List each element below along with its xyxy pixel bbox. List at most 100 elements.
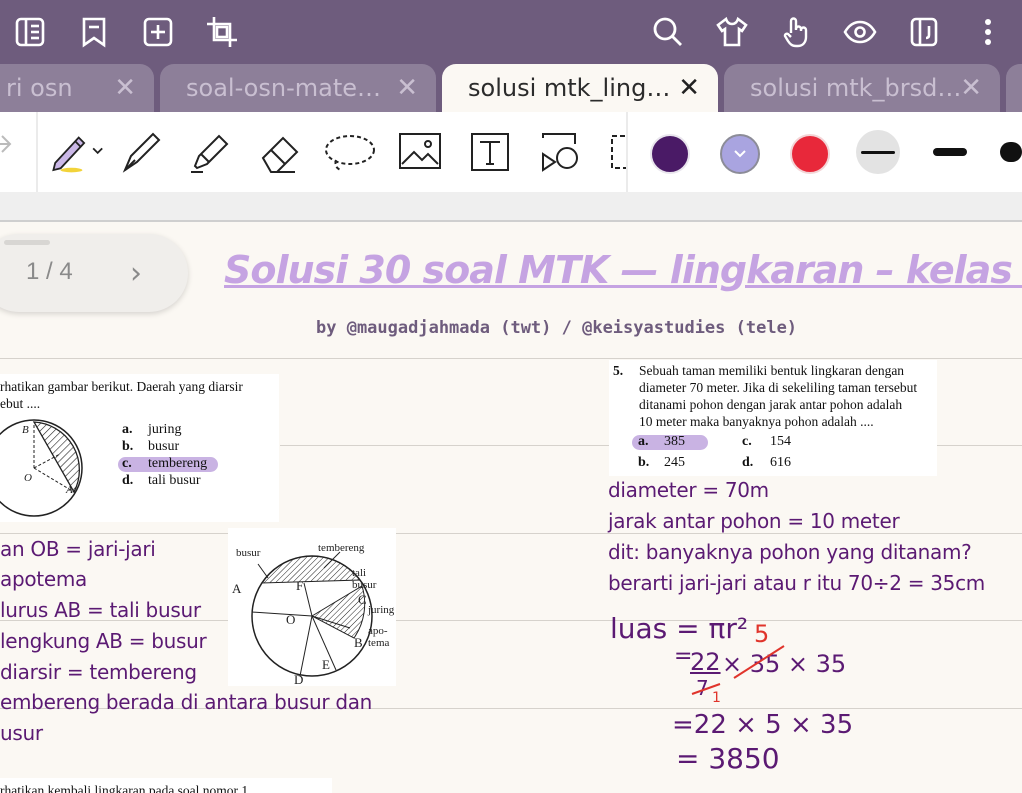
sidebar-panel-icon[interactable] bbox=[10, 12, 50, 52]
read-mode-icon[interactable] bbox=[904, 12, 944, 52]
stroke-medium-option[interactable] bbox=[928, 130, 972, 174]
color-swatch-dark-purple[interactable] bbox=[650, 134, 690, 174]
diagram-label-tembereng: tembereng bbox=[318, 542, 365, 554]
diagram-label-c: C bbox=[358, 592, 367, 607]
question-1-text: rhatikan gambar berikut. Daerah yang dia… bbox=[0, 379, 243, 394]
note-line: embereng berada di antara busur dan bbox=[0, 690, 373, 714]
image-icon[interactable] bbox=[392, 126, 448, 178]
highlighter-icon[interactable] bbox=[182, 126, 238, 178]
option-key: d. bbox=[742, 455, 754, 470]
question-1-text: ebut .... bbox=[0, 396, 41, 411]
ruled-line bbox=[0, 358, 1022, 359]
tab-label: soal-osn-mate… bbox=[186, 74, 381, 102]
option-label: 616 bbox=[770, 455, 791, 470]
tab-solusi-lingkaran[interactable]: solusi mtk_ling… ✕ bbox=[442, 64, 718, 112]
tab-label: solusi mtk_brsd… bbox=[750, 74, 962, 102]
diagram-label-busur-2: busur bbox=[352, 579, 377, 591]
note-line: lurus AB = tali busur bbox=[0, 598, 201, 622]
more-icon[interactable] bbox=[968, 12, 1008, 52]
calc-result: = 3850 bbox=[676, 742, 780, 775]
tab-close-icon[interactable]: ✕ bbox=[960, 74, 982, 102]
tab-solusi-brsd[interactable]: solusi mtk_brsd… ✕ bbox=[724, 64, 1000, 112]
tab-partial[interactable] bbox=[1006, 64, 1022, 112]
question-5-text: ditanami pohon dengan jarak antar pohon … bbox=[639, 397, 903, 412]
note-line: diameter = 70m bbox=[608, 478, 769, 502]
tab-close-icon[interactable]: ✕ bbox=[678, 74, 700, 102]
diagram-label-b: B bbox=[354, 635, 363, 650]
bookmark-icon[interactable] bbox=[74, 12, 114, 52]
lasso-icon[interactable] bbox=[322, 126, 378, 178]
diagram-label-a: A bbox=[232, 581, 242, 596]
option-label: tembereng bbox=[148, 456, 208, 471]
shapes-tool-partial-icon[interactable] bbox=[608, 132, 626, 172]
question-2-text: rhatikan kembali lingkaran pada soal nom… bbox=[0, 783, 252, 793]
calc-fraction-numerator: 22 bbox=[690, 648, 721, 676]
toolbar-divider bbox=[36, 112, 38, 192]
eraser-icon[interactable] bbox=[252, 126, 308, 178]
note-line: berarti jari-jari atau r itu 70÷2 = 35cm bbox=[608, 571, 985, 595]
pen-tool-icon[interactable] bbox=[48, 126, 104, 178]
diagram-label-busur: busur bbox=[236, 547, 261, 559]
next-page-button[interactable]: › bbox=[130, 256, 142, 291]
question-2-image: rhatikan kembali lingkaran pada soal nom… bbox=[0, 778, 332, 793]
calc-strike-mark bbox=[733, 645, 785, 679]
page-top-strip bbox=[0, 192, 1022, 222]
note-line: jarak antar pohon = 10 meter bbox=[608, 509, 900, 533]
calc-luas: luas = πr² bbox=[610, 612, 749, 645]
shapes-icon[interactable] bbox=[532, 126, 588, 178]
note-line: apotema bbox=[0, 567, 87, 591]
chevron-down-icon bbox=[734, 150, 746, 158]
diagram-label-tema: tema bbox=[368, 637, 390, 649]
diagram-label-juring: juring bbox=[368, 604, 395, 616]
option-key: a. bbox=[122, 422, 133, 437]
option-key: b. bbox=[122, 439, 134, 454]
note-line: diarsir = tembereng bbox=[0, 660, 197, 684]
add-page-icon[interactable] bbox=[138, 12, 178, 52]
note-line: lengkung AB = busur bbox=[0, 629, 207, 653]
question-5-text: Sebuah taman memiliki bentuk lingkaran d… bbox=[639, 363, 905, 378]
shirt-icon[interactable] bbox=[712, 12, 752, 52]
tab-ri-osn[interactable]: ri osn ✕ bbox=[0, 64, 154, 112]
stroke-thick-option[interactable] bbox=[1000, 130, 1022, 174]
collapse-arrow-icon[interactable] bbox=[0, 132, 14, 160]
diagram-label-a: A bbox=[66, 484, 73, 496]
tab-soal-osn[interactable]: soal-osn-mate… ✕ bbox=[160, 64, 436, 112]
crop-icon[interactable] bbox=[202, 12, 242, 52]
page-indicator: 1 / 4 bbox=[26, 258, 73, 285]
option-label: busur bbox=[148, 439, 180, 454]
option-key: d. bbox=[122, 473, 134, 488]
search-icon[interactable] bbox=[648, 12, 688, 52]
stroke-thin-option[interactable] bbox=[856, 130, 900, 174]
calc-cancel-one: 1 bbox=[712, 690, 721, 706]
note-line: usur bbox=[0, 721, 43, 745]
byline: by @maugadjahmada (twt) / @keisyastudies… bbox=[316, 318, 798, 338]
diagram-label-o: O bbox=[286, 612, 296, 627]
tab-label: ri osn bbox=[6, 74, 73, 102]
page-navigator[interactable]: 1 / 4 › bbox=[0, 234, 188, 312]
tab-close-icon[interactable]: ✕ bbox=[396, 74, 418, 102]
option-key: c. bbox=[122, 456, 132, 471]
question-5-number: 5. bbox=[613, 363, 624, 378]
toolbar-divider bbox=[626, 112, 628, 192]
option-label: juring bbox=[148, 422, 182, 437]
touch-hand-icon[interactable] bbox=[776, 12, 816, 52]
tab-label: solusi mtk_ling… bbox=[468, 74, 671, 102]
option-label: 154 bbox=[770, 434, 791, 449]
option-key: c. bbox=[742, 434, 752, 449]
question-5-text: diameter 70 meter. Jika di sekeliling ta… bbox=[639, 380, 918, 395]
diagram-label-o: O bbox=[24, 472, 32, 484]
color-swatch-lavender[interactable] bbox=[720, 134, 760, 174]
pager-drag-handle[interactable] bbox=[4, 240, 50, 245]
tab-close-icon[interactable]: ✕ bbox=[114, 74, 136, 102]
diagram-label-b: B bbox=[22, 424, 29, 436]
ruled-line bbox=[0, 533, 1022, 534]
fountain-pen-icon[interactable] bbox=[114, 126, 170, 178]
eye-icon[interactable] bbox=[840, 12, 880, 52]
question-5-text: 10 meter maka banyaknya pohon adalah ...… bbox=[639, 414, 874, 429]
option-label: 385 bbox=[664, 434, 685, 449]
textbox-icon[interactable] bbox=[462, 126, 518, 178]
calc-step-2: =22 × 5 × 35 bbox=[672, 710, 854, 740]
question-1-circle-diagram bbox=[0, 419, 83, 517]
note-line: an OB = jari-jari bbox=[0, 537, 156, 561]
color-swatch-red[interactable] bbox=[790, 134, 830, 174]
